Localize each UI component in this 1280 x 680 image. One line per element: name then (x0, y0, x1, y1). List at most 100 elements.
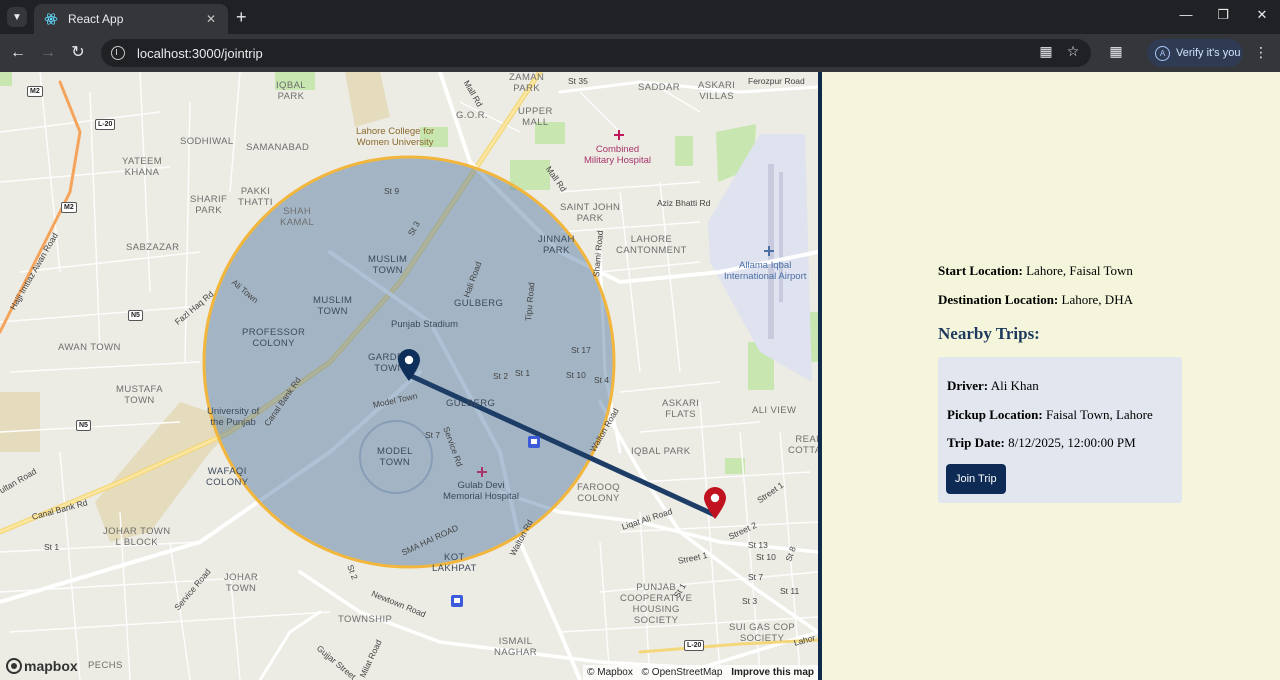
map-label: SUI GAS COP SOCIETY (729, 622, 796, 644)
map-label: MUSTAFA TOWN (116, 384, 163, 406)
reload-button[interactable]: ↻ (68, 43, 88, 63)
site-info-icon[interactable] (111, 46, 125, 60)
map-attribution: © Mapbox © OpenStreetMap Improve this ma… (583, 665, 818, 680)
start-location-label: Start Location: (938, 263, 1023, 278)
address-bar[interactable]: localhost:3000/jointrip (101, 39, 1091, 67)
highway-shield: N5 (76, 420, 91, 431)
destination-location-value: Lahore, DHA (1061, 292, 1133, 307)
map-label: JINNAH PARK (538, 234, 575, 256)
map-label: AWAN TOWN (58, 342, 121, 353)
road-label: St 10 (756, 552, 776, 562)
start-location-pin-icon[interactable] (396, 348, 422, 382)
map-label: GULBERG (454, 298, 504, 309)
tab-search-button[interactable]: ▼ (7, 7, 27, 27)
extensions-icon[interactable]: ▦ (1106, 43, 1126, 60)
browser-toolbar: ← → ↻ localhost:3000/jointrip ▦ ☆ ▦ A Ve… (0, 34, 1280, 72)
profile-button[interactable]: A Verify it's you (1147, 39, 1243, 67)
map-label: ALI VIEW (752, 405, 797, 416)
nearby-trip-card: Driver: Ali Khan Pickup Location: Faisal… (938, 357, 1182, 503)
driver-label: Driver: (947, 378, 989, 393)
bookmark-star-icon[interactable]: ☆ (1063, 43, 1083, 60)
map-label: TOWNSHIP (338, 614, 393, 625)
join-trip-button[interactable]: Join Trip (946, 464, 1006, 494)
chevron-down-icon: ▼ (12, 11, 22, 23)
trip-date-label: Trip Date: (947, 435, 1005, 450)
hospital-icon (614, 130, 624, 140)
map-border (818, 72, 822, 680)
tab-title: React App (68, 12, 124, 26)
minimize-button[interactable]: — (1176, 7, 1196, 22)
pickup-row: Pickup Location: Faisal Town, Lahore (947, 407, 1153, 423)
pickup-label: Pickup Location: (947, 407, 1043, 422)
bus-stop-icon (451, 595, 463, 607)
pickup-value: Faisal Town, Lahore (1045, 407, 1153, 422)
browser-tab-bar: ▼ React App ✕ + — ❐ ✕ (0, 0, 1280, 34)
close-icon[interactable]: ✕ (204, 12, 218, 26)
mapbox-logo[interactable]: mapbox (6, 658, 78, 674)
road-label: Ferozpur Road (748, 76, 805, 86)
improve-map-link[interactable]: Improve this map (731, 667, 814, 678)
map-label: WAFAQI COLONY (206, 466, 249, 488)
map-label: Allama Iqbal International Airport (724, 260, 807, 282)
destination-pin-icon[interactable] (702, 486, 728, 520)
highway-shield: L-20 (684, 640, 705, 651)
road-label: Aziz Bhatti Rd (657, 198, 711, 208)
start-location: Start Location: Lahore, Faisal Town (938, 263, 1133, 279)
map-label: ZAMAN PARK (509, 72, 545, 94)
forward-button[interactable]: → (38, 43, 58, 63)
trip-date-value: 8/12/2025, 12:00:00 PM (1008, 435, 1136, 450)
road-label: St 7 (748, 572, 764, 582)
road-label: St 11 (780, 586, 800, 596)
start-location-value: Lahore, Faisal Town (1026, 263, 1133, 278)
hospital-icon (477, 467, 487, 477)
install-app-icon[interactable]: ▦ (1036, 43, 1056, 60)
map-label: FAROOQ COLONY (577, 482, 621, 504)
map-view[interactable]: IQBAL PARK ZAMAN PARK SADDAR ASKARI VILLAS … (0, 72, 818, 680)
map-label: GULBERG (446, 398, 496, 409)
map-label: SODHIWAL (180, 136, 234, 147)
map-label: Lahore College for Women University (356, 126, 435, 148)
road-label: St 17 (571, 345, 591, 355)
maximize-button[interactable]: ❐ (1213, 7, 1233, 23)
trip-date-row: Trip Date: 8/12/2025, 12:00:00 PM (947, 435, 1136, 451)
highway-shield: M2 (61, 202, 77, 213)
highway-shield: M2 (27, 86, 43, 97)
browser-tab[interactable]: React App ✕ (34, 4, 228, 34)
map-label: ISMAIL NAGHAR (494, 636, 538, 658)
map-label: IQBAL PARK (631, 446, 691, 457)
airport-icon (764, 246, 774, 256)
mapbox-logo-text: mapbox (24, 658, 78, 674)
map-label: KOT LAKHPAT (432, 552, 477, 574)
map-label: REALCOTTAG (788, 434, 818, 456)
mapbox-logo-icon (6, 658, 22, 674)
mapbox-attribution-link[interactable]: © Mapbox (587, 667, 633, 678)
driver-row: Driver: Ali Khan (947, 378, 1039, 394)
new-tab-button[interactable]: + (236, 8, 247, 26)
osm-attribution-link[interactable]: © OpenStreetMap (642, 667, 723, 678)
avatar: A (1155, 45, 1170, 61)
bus-stop-icon (528, 436, 540, 448)
map-label: PROFESSOR COLONY (242, 327, 306, 349)
map-label: PECHS (88, 660, 123, 671)
map-label: MODEL TOWN (377, 446, 413, 468)
back-button[interactable]: ← (8, 43, 28, 63)
destination-location: Destination Location: Lahore, DHA (938, 292, 1133, 308)
road-label: St 10 (566, 370, 586, 380)
map-label: JOHAR TOWN L BLOCK (103, 526, 171, 548)
map-label: SAMANABAD (246, 142, 310, 153)
road-label: St 7 (425, 430, 441, 440)
map-label: ASKARI VILLAS (698, 80, 736, 102)
road-label: St 4 (594, 375, 610, 385)
profile-label: Verify it's you (1176, 47, 1241, 59)
map-label: SAINT JOHN PARK (560, 202, 621, 224)
map-label: Gulab Devi Memorial Hospital (443, 480, 520, 502)
map-label: LAHORE CANTONMENT (616, 234, 687, 256)
map-label: MUSLIM TOWN (368, 254, 408, 276)
react-logo-icon (44, 13, 58, 25)
road-label: St 1 (515, 368, 531, 378)
map-label: JOHAR TOWN (224, 572, 259, 594)
road-label: St 3 (742, 596, 758, 606)
road-label: St 1 (44, 542, 60, 552)
more-menu-icon[interactable]: ⋮ (1254, 44, 1268, 61)
window-close-button[interactable]: ✕ (1252, 7, 1272, 23)
